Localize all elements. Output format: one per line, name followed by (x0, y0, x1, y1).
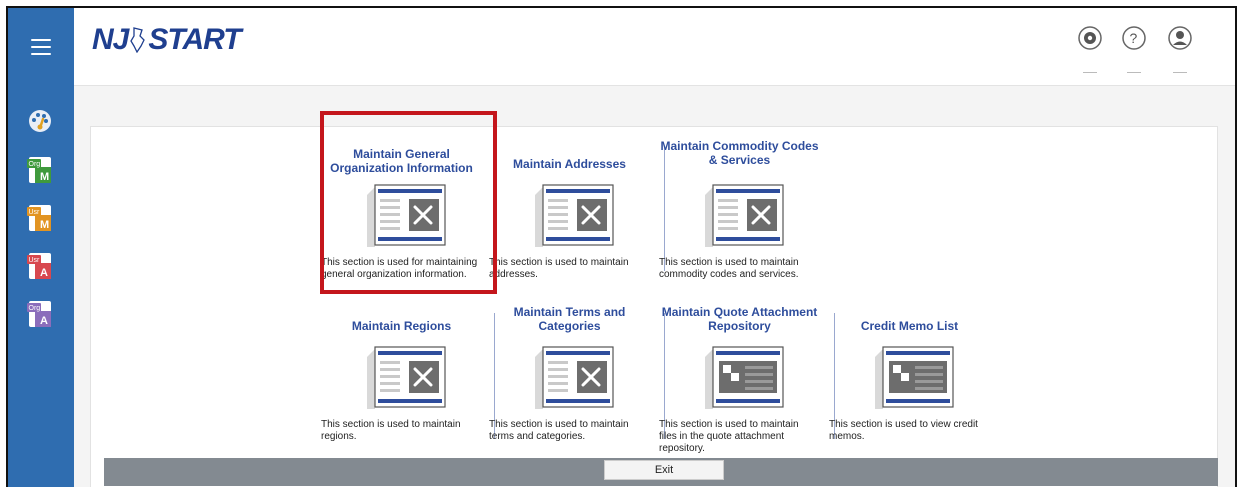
top-bar: NJ START ? (74, 8, 1235, 86)
help-icon[interactable]: ? (1122, 26, 1146, 50)
tile-description: This section is used to view credit memo… (829, 419, 978, 442)
tile-maintain-quote-attachment-repository[interactable]: Maintain Quote Attachment Repository Thi… (657, 305, 822, 455)
tools-icon[interactable] (701, 181, 785, 247)
svg-text:Org: Org (29, 305, 41, 312)
document-list-icon[interactable] (701, 343, 785, 409)
tile-title[interactable]: Maintain Terms and Categories (487, 305, 652, 333)
footer-action-bar: Exit (104, 458, 1218, 486)
tile-description: This section is used to maintain files i… (659, 419, 799, 454)
svg-text:A: A (40, 315, 48, 327)
org-maintain-icon[interactable]: M Org (27, 156, 53, 183)
app-window: M Org M Usr A Usr A Org NJ START ? Maint… (6, 6, 1237, 487)
org-admin-icon[interactable]: A Org (27, 300, 53, 327)
tile-description: This section is used to maintain commodi… (659, 257, 799, 280)
settings-icon[interactable] (1078, 26, 1102, 50)
svg-text:Usr: Usr (29, 257, 41, 264)
tile-title[interactable]: Maintain Commodity Codes & Services (657, 139, 822, 167)
main-content: Maintain General Organization Informatio… (74, 86, 1235, 487)
njstart-logo[interactable]: NJ START (92, 23, 242, 57)
tile-maintain-terms-categories[interactable]: Maintain Terms and Categories This secti… (487, 305, 652, 455)
tools-icon[interactable] (363, 343, 447, 409)
user-maintain-icon[interactable]: M Usr (27, 204, 53, 231)
tools-icon[interactable] (531, 181, 615, 247)
tile-title[interactable]: Maintain Quote Attachment Repository (657, 305, 822, 333)
tile-title[interactable]: Maintain Addresses (487, 157, 652, 171)
tile-description: This section is used to maintain terms a… (489, 419, 629, 442)
hamburger-menu-button[interactable] (8, 8, 74, 86)
exit-button[interactable]: Exit (604, 460, 724, 480)
svg-text:Org: Org (29, 161, 41, 168)
tile-description: This section is used to maintain regions… (321, 419, 461, 442)
svg-text:M: M (40, 171, 49, 183)
svg-text:A: A (40, 267, 48, 279)
svg-text:M: M (40, 219, 49, 231)
svg-text:Usr: Usr (29, 209, 41, 216)
sidebar: M Org M Usr A Usr A Org (8, 8, 74, 487)
tile-maintain-regions[interactable]: Maintain Regions This section is used to… (319, 305, 484, 455)
nj-map-icon (128, 23, 148, 57)
tile-credit-memo-list[interactable]: Credit Memo List This section is used to… (827, 305, 992, 455)
tile-title[interactable]: Credit Memo List (827, 319, 992, 333)
user-admin-icon[interactable]: A Usr (27, 252, 53, 279)
organization-maintenance-panel: Maintain General Organization Informatio… (90, 126, 1218, 487)
user-profile-icon[interactable] (1168, 26, 1192, 50)
tile-description: This section is used to maintain address… (489, 257, 629, 280)
svg-text:?: ? (1130, 30, 1138, 46)
highlight-box (320, 111, 497, 294)
tools-icon[interactable] (531, 343, 615, 409)
dashboard-icon[interactable] (27, 108, 53, 134)
document-list-icon[interactable] (871, 343, 955, 409)
tile-maintain-commodity-codes[interactable]: Maintain Commodity Codes & Services This… (657, 139, 822, 289)
tile-maintain-addresses[interactable]: Maintain Addresses This section is used … (487, 139, 652, 289)
tile-title[interactable]: Maintain Regions (319, 319, 484, 333)
